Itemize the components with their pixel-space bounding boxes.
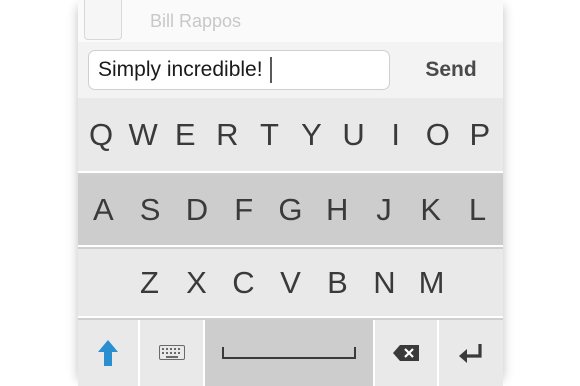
message-text: Simply incredible! [98, 58, 263, 81]
key-e[interactable]: E [165, 115, 205, 155]
keyboard-icon [158, 345, 185, 361]
key-d[interactable]: D [177, 190, 217, 230]
compose-bar: Simply incredible! Send [78, 42, 503, 98]
key-y[interactable]: Y [292, 115, 332, 155]
contact-avatar[interactable] [84, 0, 122, 40]
space-bar-icon [222, 346, 356, 360]
key-f[interactable]: F [224, 190, 264, 230]
key-b[interactable]: B [318, 263, 358, 303]
key-z[interactable]: Z [130, 263, 170, 303]
key-row-3: Z X C V B N M [78, 249, 503, 318]
return-arrow-icon [458, 343, 484, 363]
key-m[interactable]: M [412, 263, 452, 303]
key-n[interactable]: N [365, 263, 405, 303]
message-input[interactable]: Simply incredible! [88, 50, 390, 90]
key-w[interactable]: W [123, 115, 163, 155]
key-row-bottom [78, 320, 503, 386]
phone-screen: Bill Rappos Simply incredible! Send Q W … [78, 0, 503, 386]
key-j[interactable]: J [364, 190, 404, 230]
key-k[interactable]: K [411, 190, 451, 230]
contact-header: Bill Rappos [78, 0, 503, 43]
key-row-1: Q W E R T Y U I O P [78, 98, 503, 173]
keyboard: Q W E R T Y U I O P A S D F G H J K L Z … [78, 98, 503, 386]
return-key[interactable] [439, 320, 503, 386]
key-a[interactable]: A [83, 190, 123, 230]
key-row-2: A S D F G H J K L [78, 175, 503, 247]
key-h[interactable]: H [317, 190, 357, 230]
keyboard-switch-key[interactable] [140, 320, 205, 386]
key-q[interactable]: Q [81, 115, 121, 155]
send-button[interactable]: Send [411, 50, 491, 90]
backspace-icon [392, 344, 420, 362]
key-t[interactable]: T [249, 115, 289, 155]
key-x[interactable]: X [177, 263, 217, 303]
space-key[interactable] [205, 320, 375, 386]
key-i[interactable]: I [376, 115, 416, 155]
key-u[interactable]: U [334, 115, 374, 155]
backspace-key[interactable] [375, 320, 439, 386]
key-r[interactable]: R [207, 115, 247, 155]
shift-key[interactable] [78, 320, 140, 386]
key-s[interactable]: S [130, 190, 170, 230]
key-o[interactable]: O [418, 115, 458, 155]
key-c[interactable]: C [224, 263, 264, 303]
shift-arrow-icon [97, 339, 119, 367]
key-g[interactable]: G [270, 190, 310, 230]
key-v[interactable]: V [271, 263, 311, 303]
contact-name[interactable]: Bill Rappos [150, 11, 241, 31]
key-l[interactable]: L [458, 190, 498, 230]
key-p[interactable]: P [460, 115, 500, 155]
text-cursor [269, 57, 272, 83]
